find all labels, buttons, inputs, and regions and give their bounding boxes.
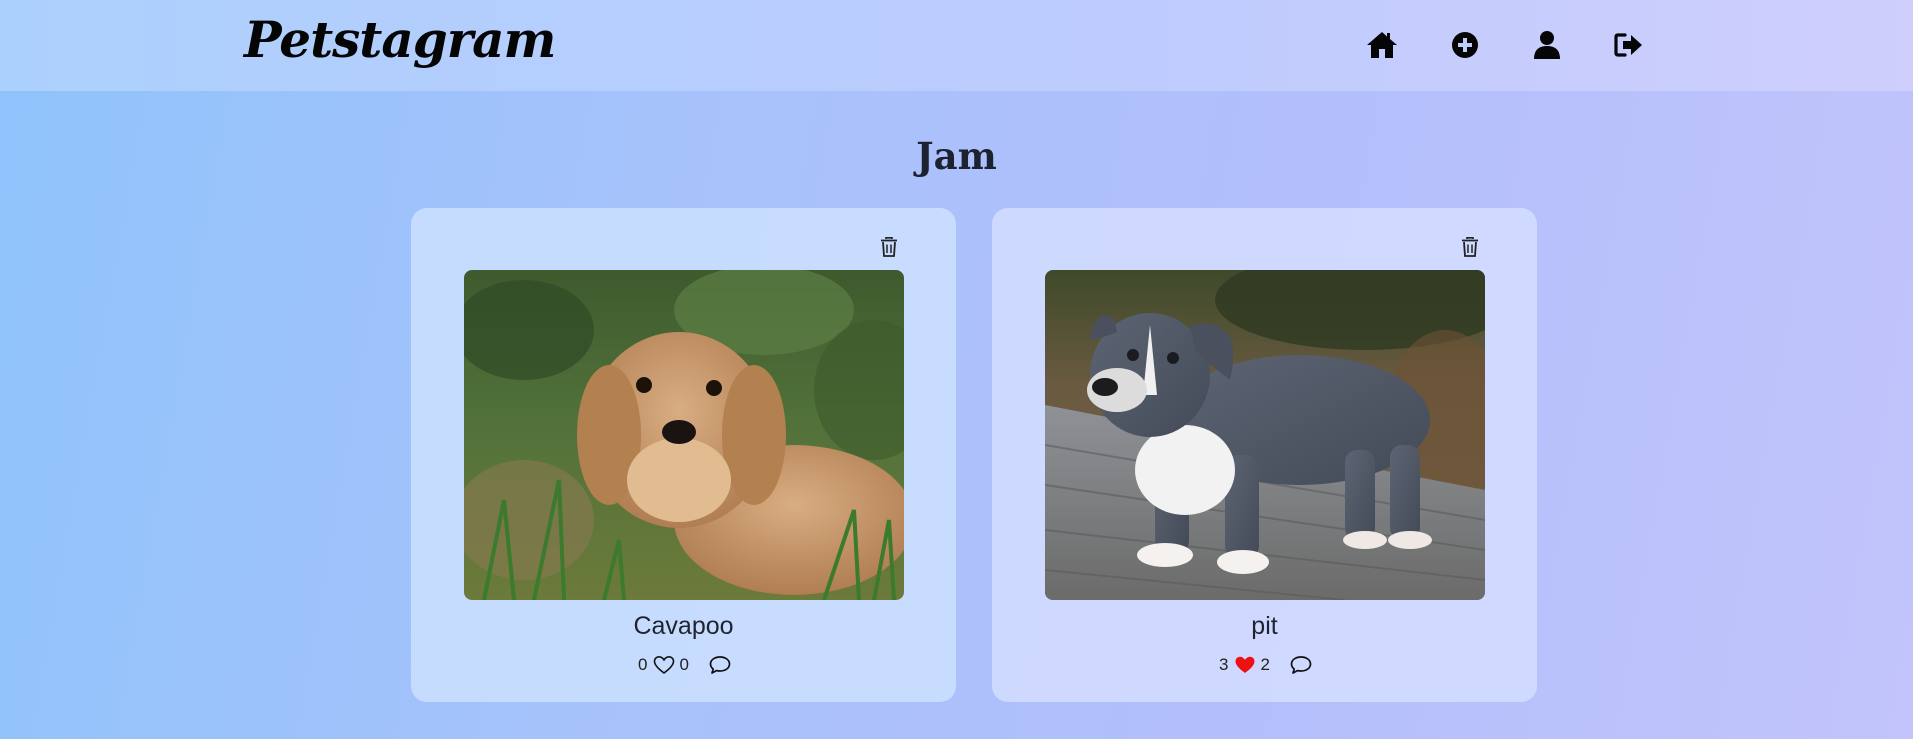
comment-icon[interactable]	[1289, 655, 1313, 675]
pet-name[interactable]: Cavapoo	[411, 612, 956, 641]
add-circle-icon[interactable]	[1449, 30, 1481, 60]
pet-photo[interactable]	[464, 270, 904, 600]
app-logo[interactable]: Petstagram	[244, 10, 556, 69]
heart-outline-icon[interactable]	[653, 655, 675, 675]
trash-icon[interactable]	[1459, 236, 1481, 258]
pet-photo[interactable]	[1045, 270, 1485, 600]
user-icon[interactable]	[1531, 30, 1563, 60]
count-right: 0	[679, 655, 689, 674]
logout-icon[interactable]	[1613, 30, 1645, 60]
navbar: Petstagram	[0, 0, 1913, 91]
pet-name[interactable]: pit	[992, 612, 1537, 641]
post-card: Cavapoo 0 0	[411, 208, 956, 702]
post-stats: 3 2	[992, 655, 1537, 675]
count-right: 2	[1260, 655, 1270, 674]
comment-icon[interactable]	[708, 655, 732, 675]
home-icon[interactable]	[1366, 30, 1398, 60]
trash-icon[interactable]	[878, 236, 900, 258]
post-card: pit 3 2	[992, 208, 1537, 702]
profile-title: Jam	[916, 134, 997, 178]
count-left: 3	[1219, 655, 1229, 674]
post-stats: 0 0	[411, 655, 956, 675]
heart-filled-icon[interactable]	[1234, 655, 1256, 675]
count-left: 0	[638, 655, 648, 674]
